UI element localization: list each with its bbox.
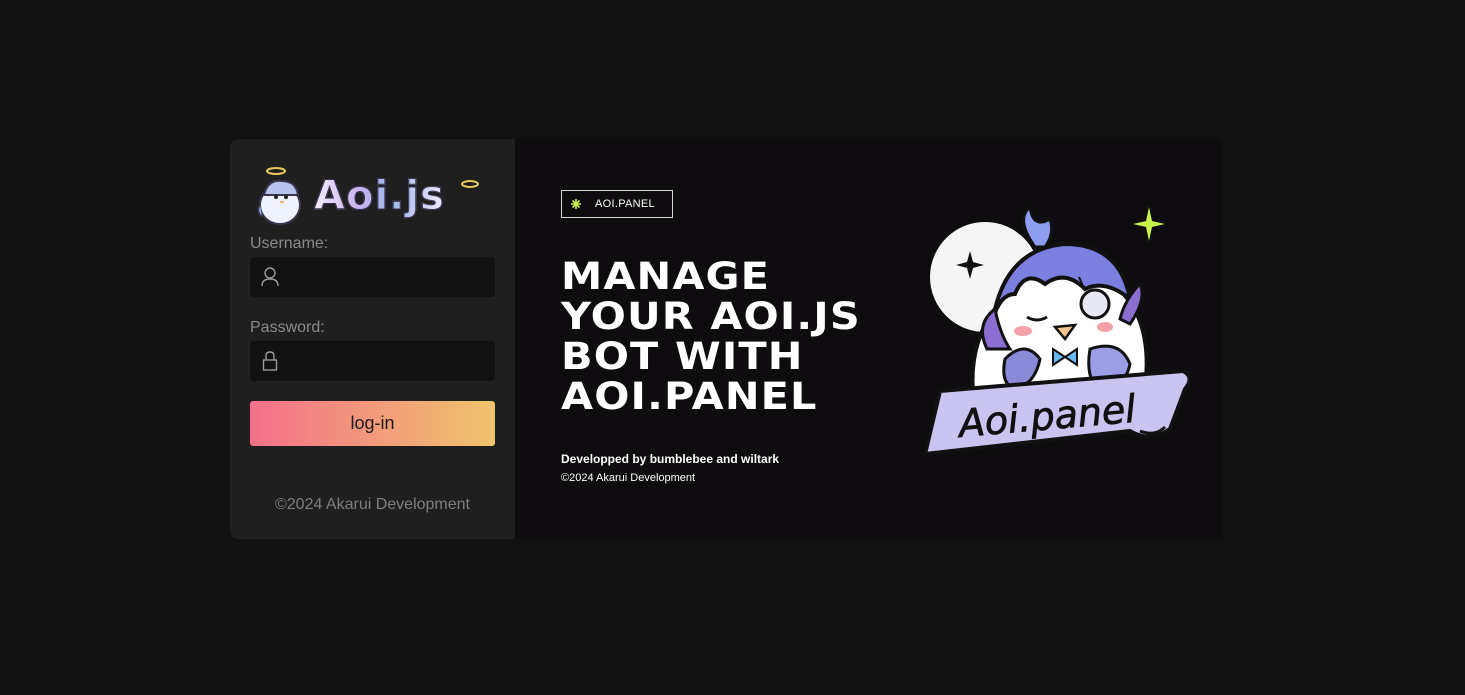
developer-credit: Developped by bumblebee and wiltark <box>561 452 780 466</box>
hero-title-line: BOT WITH <box>561 335 804 378</box>
hero-title-line: MANAGE <box>561 255 771 298</box>
username-input[interactable] <box>290 258 495 296</box>
aoi-panel-mascot-illustration: Aoi.panel <box>922 204 1192 457</box>
hero-title-line: AOI.PANEL <box>561 375 818 418</box>
badge-label: AOI.PANEL <box>595 198 655 210</box>
login-card: Aoi.js Username: Password: log-in ©2024 … <box>230 139 1223 539</box>
aoijs-logo: Aoi.js <box>254 165 484 227</box>
username-label: Username: <box>250 235 329 252</box>
login-button[interactable]: log-in <box>250 401 495 446</box>
password-label: Password: <box>250 319 325 336</box>
password-input[interactable] <box>290 342 495 380</box>
login-panel: Aoi.js Username: Password: log-in ©2024 … <box>230 139 515 539</box>
mascot-logo-icon <box>257 167 301 225</box>
lock-icon <box>250 341 290 381</box>
username-field[interactable] <box>250 257 495 297</box>
hero-panel: AOI.PANEL MANAGE YOUR AOI.JS BOT WITH AO… <box>515 139 1223 539</box>
password-field[interactable] <box>250 341 495 381</box>
sparkle-icon <box>571 199 581 209</box>
user-icon <box>250 257 290 297</box>
halo-icon <box>461 180 479 188</box>
logo-text: Aoi.js <box>314 173 445 220</box>
copyright-text: ©2024 Akarui Development <box>274 496 470 513</box>
aoi-panel-badge: AOI.PANEL <box>561 190 673 218</box>
hero-copyright: ©2024 Akarui Development <box>561 472 696 484</box>
hero-title-line: YOUR AOI.JS <box>561 295 861 338</box>
hero-title: MANAGE YOUR AOI.JS BOT WITH AOI.PANEL <box>561 257 921 417</box>
